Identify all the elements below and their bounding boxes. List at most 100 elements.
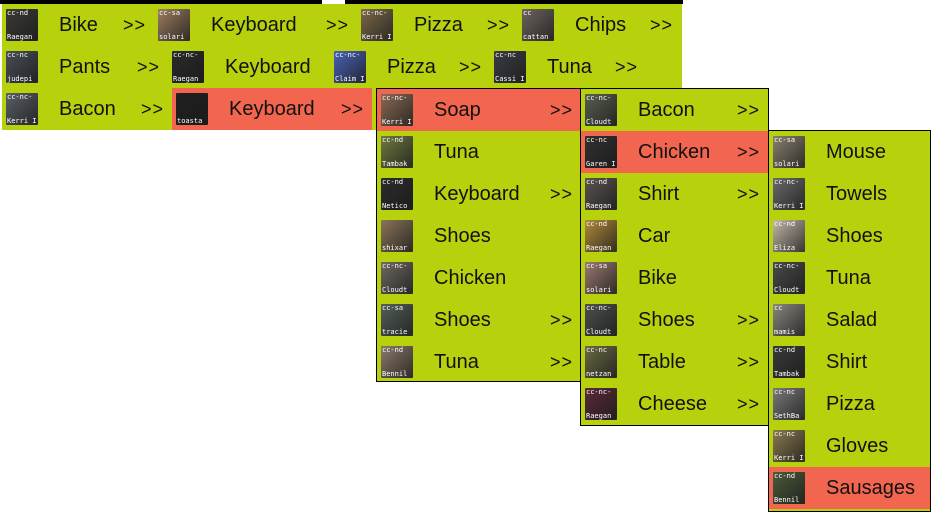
thumbnail-author-caption: Kerri I — [7, 117, 37, 125]
submenu-arrow-icon: >> — [486, 15, 510, 35]
menu-item-chicken[interactable]: cc-nc Garen I Chicken >> — [581, 131, 768, 173]
menu-item-table[interactable]: cc-nc netzan Table >> — [581, 341, 768, 383]
menu-item-salad[interactable]: cc mamis Salad — [769, 299, 930, 341]
thumbnail-license-caption: cc-nc — [495, 51, 517, 59]
thumbnail-license-caption: cc-nd — [7, 9, 29, 17]
item-thumbnail-image: cc-sa solari — [158, 9, 190, 41]
menu-item-keyboard[interactable]: cc-sa solari Keyboard >> — [154, 4, 357, 46]
item-thumbnail-image: cc-sa solari — [585, 262, 617, 294]
thumbnail-author-caption: Bennil — [774, 496, 800, 504]
item-thumbnail-image: cc-nd Eliza — [773, 220, 805, 252]
menu-item-tuna[interactable]: cc-nd Tambak Tuna — [377, 131, 581, 173]
thumbnail-author-caption: Kerri I — [774, 202, 804, 210]
menu-item-label: Bacon — [638, 99, 695, 121]
item-thumbnail-image: cc-nc Cassi I — [494, 51, 526, 83]
thumbnail-author-caption: toasta — [177, 117, 203, 125]
menu-item-pizza[interactable]: cc-nc- Kerri I Pizza >> — [357, 4, 518, 46]
thumbnail-author-caption: Tambak — [774, 370, 800, 378]
item-thumbnail-image: cc-nc- Kerri I — [361, 9, 393, 41]
menu-item-car[interactable]: cc-nd Raegan Car — [581, 215, 768, 257]
menu-item-label: Salad — [826, 309, 878, 331]
thumbnail-author-caption: Raegan — [586, 412, 612, 420]
item-thumbnail-image: cc-nd Netico — [381, 178, 413, 210]
menu-item-label: Soap — [434, 99, 481, 121]
submenu-arrow-icon: >> — [736, 184, 760, 204]
submenu-arrow-icon: >> — [736, 310, 760, 330]
menu-item-shoes[interactable]: cc-nc- Cloudt Shoes >> — [581, 299, 768, 341]
item-thumbnail-image: cc-nd Tambak — [381, 136, 413, 168]
thumbnail-license-caption: cc-sa — [159, 9, 181, 17]
item-thumbnail-image: shixar — [381, 220, 413, 252]
submenu-arrow-icon: >> — [549, 310, 573, 330]
menu-item-label: Towels — [826, 183, 888, 205]
menu-item-pants[interactable]: cc-nc judepi Pants >> — [2, 46, 168, 88]
item-thumbnail-image: cc cattan — [522, 9, 554, 41]
thumbnail-author-caption: Raegan — [7, 33, 33, 41]
menu-item-label: Pizza — [414, 14, 463, 36]
menu-item-label: Shoes — [638, 309, 695, 331]
menu-item-label: Tuna — [434, 351, 479, 373]
menu-item-pizza[interactable]: cc-nc- Claim I Pizza >> — [330, 46, 490, 88]
menu-item-tuna[interactable]: cc-nc Cassi I Tuna >> — [490, 46, 646, 88]
menu-item-towels[interactable]: cc-nc- Kerri I Towels — [769, 173, 930, 215]
submenu-arrow-icon: >> — [736, 352, 760, 372]
item-thumbnail-image: cc-nc netzan — [585, 346, 617, 378]
menu-item-shoes[interactable]: shixar Shoes — [377, 215, 581, 257]
thumbnail-author-caption: SethBa — [774, 412, 800, 420]
menu-item-label: Gloves — [826, 435, 889, 457]
thumbnail-license-caption: cc-nd — [382, 136, 404, 144]
submenu-arrow-icon: >> — [549, 184, 573, 204]
menu-canvas: cc-nd Raegan Bike >> cc-sa solari Keyboard >> cc… — [0, 0, 935, 514]
menu-item-bacon[interactable]: cc-nc- Kerri I Bacon >> — [2, 88, 172, 130]
item-thumbnail-image: cc-nc- Cloudt — [381, 262, 413, 294]
menu-item-chips[interactable]: cc cattan Chips >> — [518, 4, 681, 46]
menu-item-gloves[interactable]: cc-nc Kerri I Gloves — [769, 425, 930, 467]
menu-item-bike[interactable]: cc-sa solari Bike — [581, 257, 768, 299]
item-thumbnail-image: cc-sa tracie — [381, 304, 413, 336]
thumbnail-author-caption: solari — [586, 286, 612, 294]
thumbnail-author-caption: solari — [159, 33, 185, 41]
item-thumbnail-image: cc-nc Garen I — [585, 136, 617, 168]
item-thumbnail-image: cc-nc- Raegan — [585, 388, 617, 420]
menu-item-soap[interactable]: cc-nc- Kerri I Soap >> — [377, 89, 581, 131]
item-thumbnail-image: cc-nc- Kerri I — [6, 93, 38, 125]
menu-item-shoes[interactable]: cc-nd Eliza Shoes — [769, 215, 930, 257]
menu-item-label: Pants — [59, 56, 111, 78]
menu-item-sausages[interactable]: cc-nd Bennil Sausages — [769, 467, 930, 509]
menu-item-shoes[interactable]: cc-sa tracie Shoes >> — [377, 299, 581, 341]
item-thumbnail-image: cc-nd Raegan — [585, 220, 617, 252]
submenu-arrow-icon: >> — [736, 394, 760, 414]
menu-item-tuna[interactable]: cc-nd Bennil Tuna >> — [377, 341, 581, 383]
menu-item-label: Bike — [638, 267, 677, 289]
item-thumbnail-image: cc-nc- Kerri I — [773, 178, 805, 210]
thumbnail-author-caption: shixar — [382, 244, 408, 252]
submenu-arrow-icon: >> — [736, 100, 760, 120]
thumbnail-license-caption: cc-nd — [774, 220, 796, 228]
menu-item-label: Chicken — [434, 267, 507, 289]
item-thumbnail-image: cc-nc- Cloudt — [585, 94, 617, 126]
menu-item-label: Pizza — [826, 393, 875, 415]
menu-item-mouse[interactable]: cc-sa solari Mouse — [769, 131, 930, 173]
menu-item-chicken[interactable]: cc-nc- Cloudt Chicken — [377, 257, 581, 299]
menu-item-shirt[interactable]: cc-nd Raegan Shirt >> — [581, 173, 768, 215]
menu-item-bike[interactable]: cc-nd Raegan Bike >> — [2, 4, 154, 46]
item-thumbnail-image: cc-nc Kerri I — [773, 430, 805, 462]
submenu-level-2: cc-nc- Cloudt Bacon >> cc-nc Garen I Chicken >>… — [580, 88, 769, 426]
menu-item-label: Sausages — [826, 477, 915, 499]
thumbnail-license-caption: cc-nd — [382, 178, 404, 186]
thumbnail-author-caption: Bennil — [382, 370, 408, 378]
thumbnail-author-caption: Kerri I — [774, 454, 804, 462]
menu-item-keyboard[interactable]: cc-nd Netico Keyboard >> — [377, 173, 581, 215]
menu-item-cheese[interactable]: cc-nc- Raegan Cheese >> — [581, 383, 768, 425]
thumbnail-author-caption: Cloudt — [382, 286, 408, 294]
menu-item-shirt[interactable]: cc-nd Tambak Shirt — [769, 341, 930, 383]
thumbnail-author-caption: Garen I — [586, 160, 616, 168]
menu-item-keyboard[interactable]: cc-nc- Raegan Keyboard — [168, 46, 330, 88]
menu-item-label: Chicken — [638, 141, 711, 163]
menu-item-pizza[interactable]: cc-nc SethBa Pizza — [769, 383, 930, 425]
menu-item-tuna[interactable]: cc-nc- Cloudt Tuna — [769, 257, 930, 299]
thumbnail-author-caption: Kerri I — [362, 33, 392, 41]
submenu-arrow-icon: >> — [458, 57, 482, 77]
menu-item-keyboard[interactable]: toasta Keyboard >> — [172, 88, 372, 130]
menu-item-bacon[interactable]: cc-nc- Cloudt Bacon >> — [581, 89, 768, 131]
